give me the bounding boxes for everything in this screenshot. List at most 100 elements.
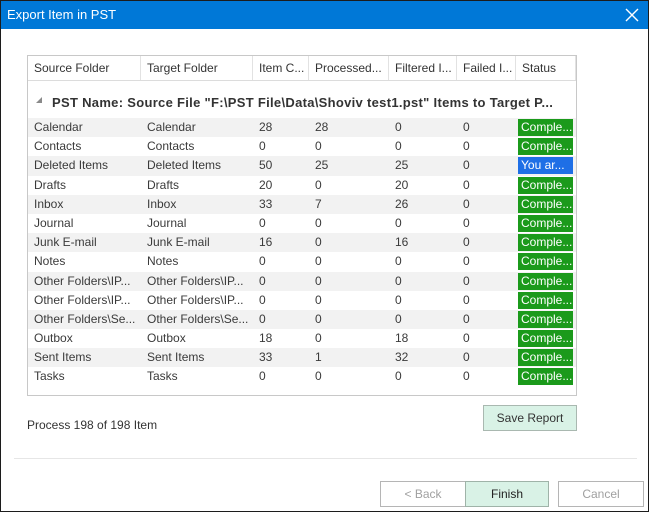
column-header-filtered[interactable]: Filtered I...	[389, 56, 457, 80]
cell-processed: 0	[315, 254, 322, 269]
close-button[interactable]	[616, 1, 648, 29]
cell-item-count: 28	[259, 120, 273, 134]
status-badge: Comple...	[518, 349, 573, 367]
table-row[interactable]: Other Folders\Se... Other Folders\Se... 0 0…	[28, 309, 576, 330]
table-row[interactable]: Contacts Contacts 0 0 0 0 Comple...	[28, 137, 576, 156]
cell-target-folder: Other Folders\Se...	[147, 311, 249, 326]
column-header-item-count[interactable]: Item C...	[253, 56, 309, 80]
status-badge: Comple...	[518, 310, 573, 328]
cell-item-count: 0	[259, 311, 266, 326]
status-badge: Comple...	[518, 119, 573, 136]
table-row[interactable]: Junk E-mail Junk E-mail 16 0 16 0 Comple...	[28, 233, 576, 253]
cell-failed: 0	[463, 331, 470, 346]
save-report-button[interactable]: Save Report	[483, 405, 577, 431]
cell-target-folder: Junk E-mail	[147, 235, 210, 250]
table-row[interactable]: Drafts Drafts 20 0 20 0 Comple...	[28, 176, 576, 195]
cell-failed: 0	[463, 196, 470, 211]
cell-source-folder: Calendar	[34, 120, 83, 134]
collapse-arrow-icon[interactable]	[35, 96, 43, 104]
cell-filtered: 0	[395, 120, 402, 134]
cell-target-folder: Notes	[147, 254, 179, 269]
cell-item-count: 0	[259, 254, 266, 269]
column-header-status[interactable]: Status	[516, 56, 576, 80]
cell-processed: 25	[315, 158, 329, 173]
cell-filtered: 0	[395, 273, 402, 288]
close-icon	[625, 8, 639, 22]
cell-failed: 0	[463, 235, 470, 250]
cell-filtered: 18	[395, 331, 409, 346]
cell-filtered: 0	[395, 254, 402, 269]
table-row[interactable]: Calendar Calendar 28 28 0 0 Comple...	[28, 118, 576, 138]
cell-failed: 0	[463, 311, 470, 326]
cell-filtered: 32	[395, 350, 409, 365]
table-row[interactable]: Notes Notes 0 0 0 0 Comple...	[28, 252, 576, 271]
finish-button[interactable]: Finish	[465, 481, 549, 507]
status-badge: Comple...	[518, 138, 573, 156]
cell-source-folder: Contacts	[34, 139, 82, 154]
table-row[interactable]: Other Folders\IP... Other Folders\IP... 0 0…	[28, 271, 576, 291]
cell-target-folder: Journal	[147, 215, 187, 230]
column-header-source-folder[interactable]: Source Folder	[28, 56, 141, 80]
cell-processed: 0	[315, 273, 322, 288]
cell-item-count: 0	[259, 139, 266, 154]
cell-failed: 0	[463, 177, 470, 192]
cell-item-count: 18	[259, 331, 273, 346]
cell-failed: 0	[463, 350, 470, 365]
cell-source-folder: Notes	[34, 254, 66, 269]
cell-item-count: 0	[259, 215, 266, 230]
cell-source-folder: Other Folders\IP...	[34, 273, 131, 288]
cell-filtered: 0	[395, 139, 402, 154]
cell-processed: 1	[315, 350, 322, 365]
table-row[interactable]: Deleted Items Deleted Items 50 25 25 0 You ar.…	[28, 156, 576, 176]
cell-source-folder: Other Folders\Se...	[34, 311, 136, 326]
export-results-grid[interactable]: Source Folder Target Folder Item C... Pr…	[27, 55, 577, 396]
cell-source-folder: Inbox	[34, 196, 64, 211]
cell-processed: 7	[315, 196, 322, 211]
column-header-processed[interactable]: Processed...	[309, 56, 389, 80]
grid-rows: Calendar Calendar 28 28 0 0 Comple... Contacts C…	[28, 118, 576, 387]
table-row[interactable]: Other Folders\IP... Other Folders\IP... 0 0…	[28, 291, 576, 310]
back-button[interactable]: < Back	[380, 481, 466, 507]
cell-item-count: 33	[259, 350, 273, 365]
table-row[interactable]: Inbox Inbox 33 7 26 0 Comple...	[28, 194, 576, 214]
cell-target-folder: Outbox	[147, 331, 186, 346]
cell-target-folder: Drafts	[147, 177, 180, 192]
cell-item-count: 0	[259, 273, 266, 288]
cell-failed: 0	[463, 139, 470, 154]
table-row[interactable]: Journal Journal 0 0 0 0 Comple...	[28, 214, 576, 233]
table-row[interactable]: Sent Items Sent Items 33 1 32 0 Comple...	[28, 348, 576, 368]
status-badge: Comple...	[518, 195, 573, 213]
status-badge: Comple...	[518, 176, 573, 194]
column-header-failed[interactable]: Failed I...	[457, 56, 516, 80]
progress-status-text: Process 198 of 198 Item	[27, 418, 158, 432]
cell-item-count: 50	[259, 158, 273, 173]
window-title: Export Item in PST	[7, 7, 117, 22]
group-row-pst[interactable]: PST Name: Source File "F:\PST File\Data\…	[28, 90, 576, 114]
cell-source-folder: Tasks	[34, 369, 65, 384]
cell-target-folder: Inbox	[147, 196, 177, 211]
cell-failed: 0	[463, 273, 470, 288]
table-row[interactable]: Outbox Outbox 18 0 18 0 Comple...	[28, 329, 576, 348]
cell-target-folder: Tasks	[147, 369, 178, 384]
cell-failed: 0	[463, 158, 470, 173]
column-header-target-folder[interactable]: Target Folder	[141, 56, 253, 80]
status-badge: Comple...	[518, 253, 573, 271]
status-badge: Comple...	[518, 272, 573, 290]
cancel-button[interactable]: Cancel	[558, 481, 644, 507]
grid-header: Source Folder Target Folder Item C... Pr…	[28, 56, 576, 81]
export-dialog: Export Item in PST Source Folder Target …	[0, 0, 649, 512]
cell-source-folder: Junk E-mail	[34, 235, 97, 250]
cell-source-folder: Deleted Items	[34, 158, 109, 173]
cell-processed: 0	[315, 139, 322, 154]
status-badge: Comple...	[518, 214, 573, 232]
cell-source-folder: Journal	[34, 215, 74, 230]
table-row[interactable]: Tasks Tasks 0 0 0 0 Comple...	[28, 367, 576, 386]
cell-item-count: 20	[259, 177, 273, 192]
cell-target-folder: Other Folders\IP...	[147, 273, 244, 288]
footer-divider	[14, 458, 637, 459]
cell-item-count: 33	[259, 196, 273, 211]
group-label: PST Name: Source File "F:\PST File\Data\…	[52, 95, 554, 110]
cell-filtered: 0	[395, 369, 402, 384]
cell-processed: 28	[315, 120, 329, 134]
status-badge: Comple...	[518, 330, 573, 348]
